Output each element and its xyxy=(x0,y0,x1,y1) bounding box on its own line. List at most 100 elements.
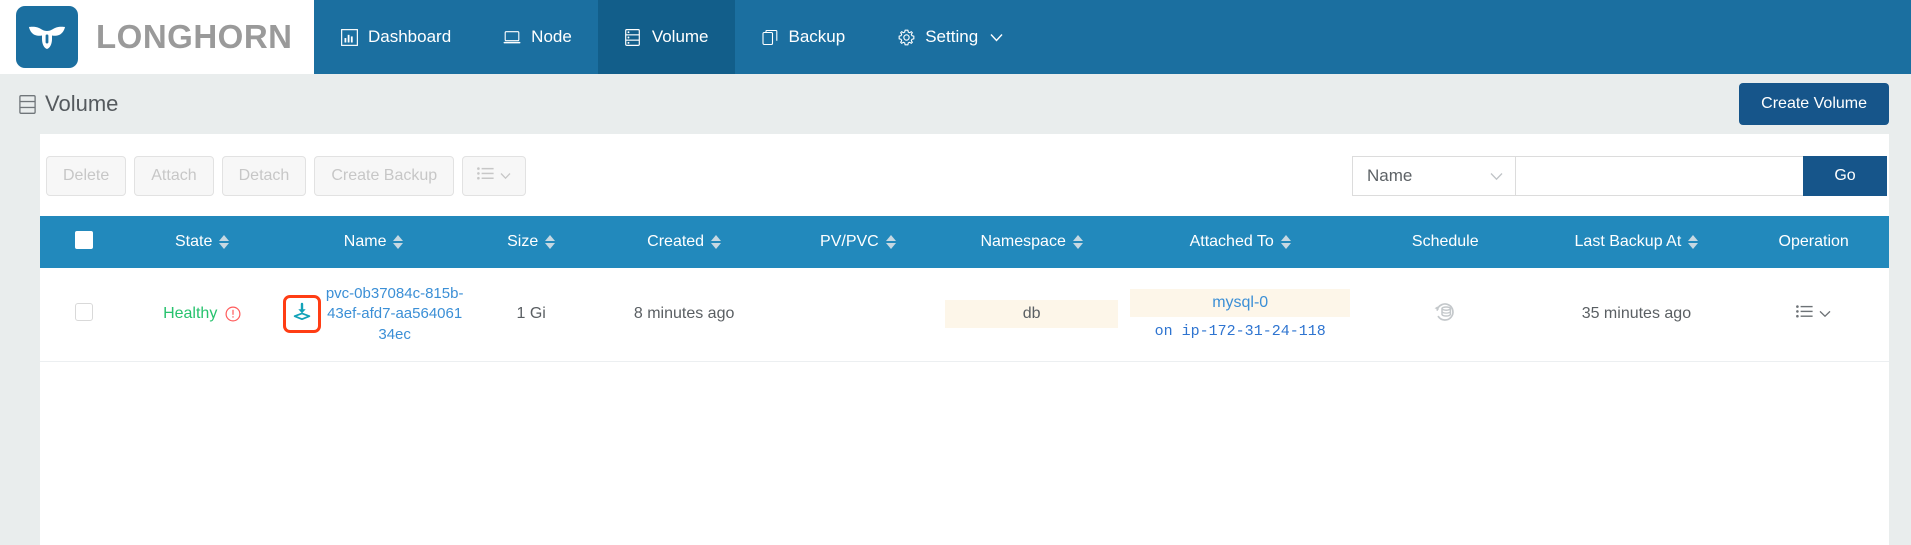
detach-button[interactable]: Detach xyxy=(221,156,307,196)
search-input[interactable] xyxy=(1515,156,1803,196)
volume-table: State Name Size Created PV/PVC Namespace… xyxy=(40,216,1889,362)
column-label-schedule: Schedule xyxy=(1411,233,1479,250)
delete-button[interactable]: Delete xyxy=(46,156,127,196)
column-label-size: Size xyxy=(507,233,539,250)
search-field-select[interactable]: Name xyxy=(1352,156,1515,196)
list-menu-icon xyxy=(1796,305,1813,323)
column-label-namespace: Namespace xyxy=(980,233,1066,250)
column-size[interactable]: Size xyxy=(470,216,592,268)
row-last-backup-cell: 35 minutes ago xyxy=(1534,268,1739,362)
nav-label-setting: Setting xyxy=(925,27,979,46)
row-schedule-cell xyxy=(1356,268,1535,362)
row-operation-menu-button[interactable] xyxy=(1796,305,1831,323)
select-all-checkbox[interactable] xyxy=(75,230,94,249)
column-label-last-backup-at: Last Backup At xyxy=(1574,233,1682,250)
row-size-cell: 1 Gi xyxy=(470,268,592,362)
sort-arrows-icon[interactable] xyxy=(1280,235,1291,249)
row-namespace-cell: db xyxy=(938,268,1125,362)
recurring-backup-icon[interactable] xyxy=(1432,299,1458,325)
row-select-cell xyxy=(40,268,129,362)
volume-name-link[interactable]: pvc-0b37084c-815b-43ef-afd7-aa56406134ec xyxy=(325,284,465,345)
gear-icon xyxy=(897,28,915,46)
page-title: Volume xyxy=(18,91,118,117)
create-volume-button[interactable]: Create Volume xyxy=(1739,83,1889,125)
sort-arrows-icon[interactable] xyxy=(393,235,404,249)
chevron-down-icon xyxy=(990,33,1003,42)
nav-item-backup[interactable]: Backup xyxy=(735,0,872,74)
download-volume-icon-highlight xyxy=(282,295,321,334)
volume-stack-icon xyxy=(18,94,36,114)
column-label-pv-pvc: PV/PVC xyxy=(820,233,879,250)
sort-arrows-icon[interactable] xyxy=(711,235,722,249)
attach-button[interactable]: Attach xyxy=(134,156,214,196)
column-label-attached-to: Attached To xyxy=(1189,233,1274,250)
column-label-created: Created xyxy=(647,233,705,250)
sort-arrows-icon[interactable] xyxy=(545,235,556,249)
chart-bar-icon xyxy=(340,28,358,46)
sort-arrows-icon[interactable] xyxy=(1072,235,1083,249)
attached-to-link[interactable]: mysql-0 xyxy=(1130,288,1351,317)
column-label-name: Name xyxy=(343,233,387,250)
column-name[interactable]: Name xyxy=(276,216,471,268)
namespace-tag: db xyxy=(944,300,1119,329)
sort-arrows-icon[interactable] xyxy=(1688,235,1699,249)
row-attached-to-cell: mysql-0 on ip-172-31-24-118 xyxy=(1124,268,1357,362)
attached-node-label: on ip-172-31-24-118 xyxy=(1154,322,1326,340)
row-checkbox[interactable] xyxy=(75,302,94,321)
page-header: Volume Create Volume xyxy=(0,74,1911,134)
chevron-down-icon xyxy=(500,166,511,185)
column-attached-to[interactable]: Attached To xyxy=(1124,216,1357,268)
column-state[interactable]: State xyxy=(128,216,277,268)
nav-item-node[interactable]: Node xyxy=(477,0,598,74)
volume-name-group: pvc-0b37084c-815b-43ef-afd7-aa56406134ec xyxy=(282,284,465,345)
create-backup-button[interactable]: Create Backup xyxy=(314,156,455,196)
top-navbar: LONGHORN Dashboard Node Volume Backup Se… xyxy=(0,0,1911,74)
more-actions-button[interactable] xyxy=(462,156,527,196)
nav-item-setting[interactable]: Setting xyxy=(871,0,1029,74)
column-select-all[interactable] xyxy=(40,216,129,268)
search-bar: Name Go xyxy=(1352,156,1889,196)
status-label: Healthy xyxy=(163,305,218,323)
search-field-selected-value: Name xyxy=(1367,166,1413,185)
column-created[interactable]: Created xyxy=(591,216,777,268)
brand-name: LONGHORN xyxy=(96,18,293,55)
nav-item-dashboard[interactable]: Dashboard xyxy=(314,0,477,74)
nav-label-backup: Backup xyxy=(788,27,846,46)
nav-items: Dashboard Node Volume Backup Setting xyxy=(314,0,1029,74)
bulk-action-buttons: Delete Attach Detach Create Backup xyxy=(40,156,527,196)
server-node-icon xyxy=(503,28,521,46)
list-menu-icon xyxy=(477,166,494,185)
nav-label-dashboard: Dashboard xyxy=(368,27,452,46)
table-toolbar: Delete Attach Detach Create Backup Name … xyxy=(40,134,1889,216)
column-label-operation: Operation xyxy=(1778,233,1849,250)
volume-content-card: Delete Attach Detach Create Backup Name … xyxy=(40,134,1889,545)
page-title-label: Volume xyxy=(45,91,119,116)
longhorn-bull-icon xyxy=(16,6,78,68)
sort-arrows-icon[interactable] xyxy=(219,235,230,249)
table-header-row: State Name Size Created PV/PVC Namespace… xyxy=(40,216,1889,268)
column-label-state: State xyxy=(175,233,213,250)
chevron-down-icon xyxy=(1490,166,1503,186)
row-state-cell: Healthy xyxy=(128,268,277,362)
column-operation: Operation xyxy=(1738,216,1889,268)
volume-stack-icon xyxy=(624,28,642,46)
column-last-backup-at[interactable]: Last Backup At xyxy=(1534,216,1739,268)
row-name-cell: pvc-0b37084c-815b-43ef-afd7-aa56406134ec xyxy=(276,268,471,362)
row-operation-cell xyxy=(1738,268,1889,362)
column-namespace[interactable]: Namespace xyxy=(938,216,1125,268)
row-pv-pvc-cell xyxy=(776,268,939,362)
nav-label-volume: Volume xyxy=(651,27,709,46)
status-badge: Healthy xyxy=(163,305,241,323)
sort-arrows-icon[interactable] xyxy=(885,235,896,249)
nav-item-volume[interactable]: Volume xyxy=(597,0,735,74)
column-schedule: Schedule xyxy=(1356,216,1535,268)
download-volume-icon[interactable] xyxy=(291,301,313,328)
search-go-button[interactable]: Go xyxy=(1803,156,1887,196)
brand-logo-area[interactable]: LONGHORN xyxy=(0,0,314,74)
nav-label-node: Node xyxy=(531,27,572,46)
chevron-down-icon xyxy=(1819,305,1831,323)
warning-circle-icon[interactable] xyxy=(225,306,241,322)
column-pv-pvc[interactable]: PV/PVC xyxy=(776,216,939,268)
backup-copy-icon xyxy=(761,28,779,46)
row-created-cell: 8 minutes ago xyxy=(591,268,777,362)
